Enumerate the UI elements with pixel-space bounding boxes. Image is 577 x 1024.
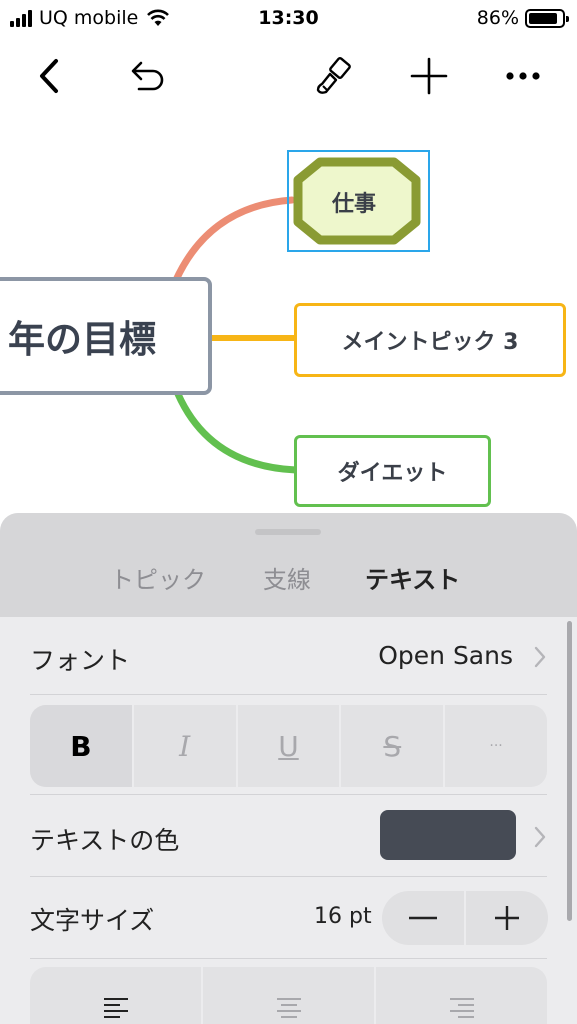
increase-font-size-button[interactable] <box>466 891 548 945</box>
strikethrough-button[interactable]: S <box>341 705 446 787</box>
format-button[interactable] <box>306 48 362 104</box>
back-button[interactable] <box>22 48 78 104</box>
align-left-icon <box>103 998 128 1018</box>
tab-text[interactable]: テキスト <box>365 560 460 595</box>
font-size-value: 16 pt <box>314 904 372 929</box>
topic-main-topic-3[interactable]: メイントピック 3 <box>294 303 566 377</box>
back-icon <box>40 59 58 93</box>
more-styles-button[interactable]: ··· <box>445 705 547 787</box>
sheet-scrollbar[interactable] <box>567 621 572 921</box>
topic-work-label: 仕事 <box>332 192 377 217</box>
battery-icon <box>525 8 569 28</box>
font-value: Open Sans <box>378 641 513 670</box>
topic-diet-label: ダイエット <box>337 461 448 486</box>
underline-button[interactable]: U <box>238 705 342 787</box>
more-icon <box>506 72 540 80</box>
toolbar <box>0 48 577 104</box>
mindmap-canvas[interactable]: 年の目標 仕事 メイントピック 3 ダイエット <box>0 104 577 514</box>
align-right-button[interactable] <box>376 967 547 1024</box>
format-tabs: トピック 支線 テキスト <box>0 560 577 594</box>
align-left-button[interactable] <box>30 967 203 1024</box>
chevron-right-icon <box>534 646 546 668</box>
add-button[interactable] <box>401 48 457 104</box>
italic-label: I <box>179 729 191 763</box>
sheet-grabber[interactable] <box>255 529 321 535</box>
plus-icon <box>410 57 448 95</box>
plus-icon <box>495 906 519 930</box>
more-button[interactable] <box>495 48 551 104</box>
topic-diet[interactable]: ダイエット <box>294 435 491 507</box>
text-color-row[interactable]: テキストの色 <box>30 795 547 877</box>
align-right-icon <box>449 998 474 1018</box>
bold-label: B <box>70 729 92 763</box>
text-color-label: テキストの色 <box>30 826 180 855</box>
text-color-swatch[interactable] <box>380 810 516 860</box>
status-bar: UQ mobile 13:30 86% <box>0 0 577 40</box>
topic-main-topic-3-label: メイントピック 3 <box>341 330 519 355</box>
battery-percent: 86% <box>476 7 519 29</box>
bold-button[interactable]: B <box>30 705 134 787</box>
align-center-icon <box>276 998 301 1018</box>
status-right: 86% <box>476 7 569 29</box>
align-center-button[interactable] <box>203 967 376 1024</box>
italic-button[interactable]: I <box>134 705 238 787</box>
tab-branch[interactable]: 支線 <box>263 560 311 595</box>
format-sheet: トピック 支線 テキスト フォント Open Sans B I U S ··· … <box>0 513 577 1024</box>
paint-brush-icon <box>316 56 351 94</box>
font-size-stepper <box>382 891 548 945</box>
branch-line-work <box>172 196 296 284</box>
font-size-label: 文字サイズ <box>30 906 155 935</box>
decrease-font-size-button[interactable] <box>382 891 464 945</box>
text-style-group: B I U S ··· <box>30 705 547 787</box>
sheet-header: トピック 支線 テキスト <box>0 513 577 617</box>
central-topic-label: 年の目標 <box>8 318 156 361</box>
font-row[interactable]: フォント Open Sans <box>30 617 547 695</box>
strikethrough-label: S <box>383 729 402 763</box>
font-label: フォント <box>30 646 131 675</box>
battery-fill <box>529 12 557 24</box>
tab-topic[interactable]: トピック <box>110 560 206 595</box>
minus-icon <box>409 916 437 920</box>
undo-icon <box>131 61 164 91</box>
chevron-right-icon <box>534 826 546 848</box>
undo-button[interactable] <box>121 48 177 104</box>
branch-line-diet <box>174 390 300 474</box>
alignment-group <box>30 967 547 1024</box>
more-styles-label: ··· <box>489 738 503 754</box>
font-size-row: 文字サイズ 16 pt <box>30 877 548 959</box>
central-topic[interactable]: 年の目標 <box>0 277 212 395</box>
underline-label: U <box>278 729 299 763</box>
